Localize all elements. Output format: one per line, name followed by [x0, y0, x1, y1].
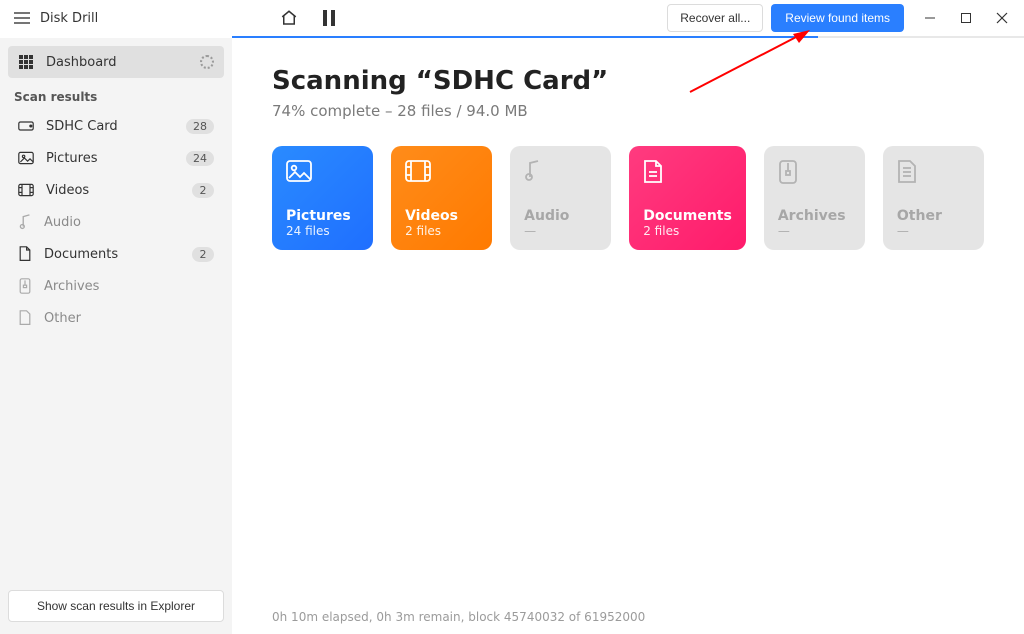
top-controls-right: Recover all... Review found items — [667, 4, 904, 32]
main-area: Scanning “SDHC Card” 74% complete – 28 f… — [232, 38, 1024, 634]
sidebar-item-label: Documents — [44, 247, 180, 262]
archive-icon — [778, 160, 851, 188]
tile-count: — — [897, 224, 970, 238]
close-button[interactable] — [996, 12, 1008, 24]
app-window: Disk Drill Recover all... Review found i… — [0, 0, 1024, 634]
sidebar-item-audio[interactable]: Audio — [8, 206, 224, 238]
window-controls — [924, 12, 1008, 24]
tile-count: 24 files — [286, 224, 359, 238]
file-icon — [897, 160, 970, 188]
tile-documents[interactable]: Documents 2 files — [629, 146, 746, 250]
sidebar-bottom: Show scan results in Explorer — [8, 582, 224, 634]
grid-icon — [18, 54, 34, 70]
sidebar-item-other[interactable]: Other — [8, 302, 224, 334]
tile-archives[interactable]: Archives — — [764, 146, 865, 250]
sidebar-item-videos[interactable]: Videos 2 — [8, 174, 224, 206]
count-badge: 24 — [186, 151, 214, 166]
music-icon — [18, 214, 32, 230]
maximize-button[interactable] — [960, 12, 972, 24]
sidebar-item-label: Pictures — [46, 151, 174, 166]
picture-icon — [286, 160, 359, 188]
tile-name: Videos — [405, 208, 478, 224]
tile-audio[interactable]: Audio — — [510, 146, 611, 250]
tile-name: Archives — [778, 208, 851, 224]
menu-icon[interactable] — [14, 12, 30, 24]
title-bar: Disk Drill Recover all... Review found i… — [0, 0, 1024, 36]
document-icon — [643, 160, 732, 188]
sidebar-item-sdhc-card[interactable]: SDHC Card 28 — [8, 110, 224, 142]
sidebar: Dashboard Scan results SDHC Card 28 Pict… — [0, 38, 232, 634]
music-icon — [524, 160, 597, 188]
status-text: 0h 10m elapsed, 0h 3m remain, block 4574… — [272, 610, 645, 624]
file-icon — [18, 310, 32, 326]
sidebar-item-archives[interactable]: Archives — [8, 270, 224, 302]
show-results-explorer-button[interactable]: Show scan results in Explorer — [8, 590, 224, 622]
tile-count: 2 files — [643, 224, 732, 238]
sidebar-section-scan-results: Scan results — [8, 78, 224, 110]
sidebar-item-pictures[interactable]: Pictures 24 — [8, 142, 224, 174]
sidebar-item-label: Videos — [46, 183, 180, 198]
tile-other[interactable]: Other — — [883, 146, 984, 250]
tile-name: Other — [897, 208, 970, 224]
drive-icon — [18, 119, 34, 133]
picture-icon — [18, 151, 34, 165]
sidebar-item-label: Other — [44, 311, 214, 326]
home-button[interactable] — [280, 9, 298, 27]
title-bar-left: Disk Drill — [8, 11, 240, 26]
status-bar: 0h 10m elapsed, 0h 3m remain, block 4574… — [232, 598, 1024, 634]
sidebar-item-documents[interactable]: Documents 2 — [8, 238, 224, 270]
tile-name: Pictures — [286, 208, 359, 224]
archive-icon — [18, 278, 32, 294]
category-tiles: Pictures 24 files Videos 2 files — [272, 146, 984, 250]
review-found-items-button[interactable]: Review found items — [771, 4, 904, 32]
page-title: Scanning “SDHC Card” — [272, 66, 984, 96]
tile-name: Audio — [524, 208, 597, 224]
count-badge: 2 — [192, 183, 214, 198]
tile-count: — — [524, 224, 597, 238]
recover-all-button[interactable]: Recover all... — [667, 4, 763, 32]
pause-button[interactable] — [322, 10, 336, 26]
tile-name: Documents — [643, 208, 732, 224]
film-icon — [405, 160, 478, 188]
tile-videos[interactable]: Videos 2 files — [391, 146, 492, 250]
tile-pictures[interactable]: Pictures 24 files — [272, 146, 373, 250]
body: Dashboard Scan results SDHC Card 28 Pict… — [0, 38, 1024, 634]
page-subtitle: 74% complete – 28 files / 94.0 MB — [272, 102, 984, 120]
sidebar-dashboard-label: Dashboard — [46, 55, 188, 70]
tile-count: 2 files — [405, 224, 478, 238]
top-controls-left — [280, 9, 336, 27]
app-title: Disk Drill — [40, 11, 98, 26]
sidebar-item-label: Audio — [44, 215, 214, 230]
sidebar-item-label: Archives — [44, 279, 214, 294]
count-badge: 2 — [192, 247, 214, 262]
document-icon — [18, 246, 32, 262]
minimize-button[interactable] — [924, 12, 936, 24]
sidebar-dashboard[interactable]: Dashboard — [8, 46, 224, 78]
film-icon — [18, 183, 34, 197]
count-badge: 28 — [186, 119, 214, 134]
tile-count: — — [778, 224, 851, 238]
loading-spinner-icon — [200, 55, 214, 69]
sidebar-item-label: SDHC Card — [46, 119, 174, 134]
